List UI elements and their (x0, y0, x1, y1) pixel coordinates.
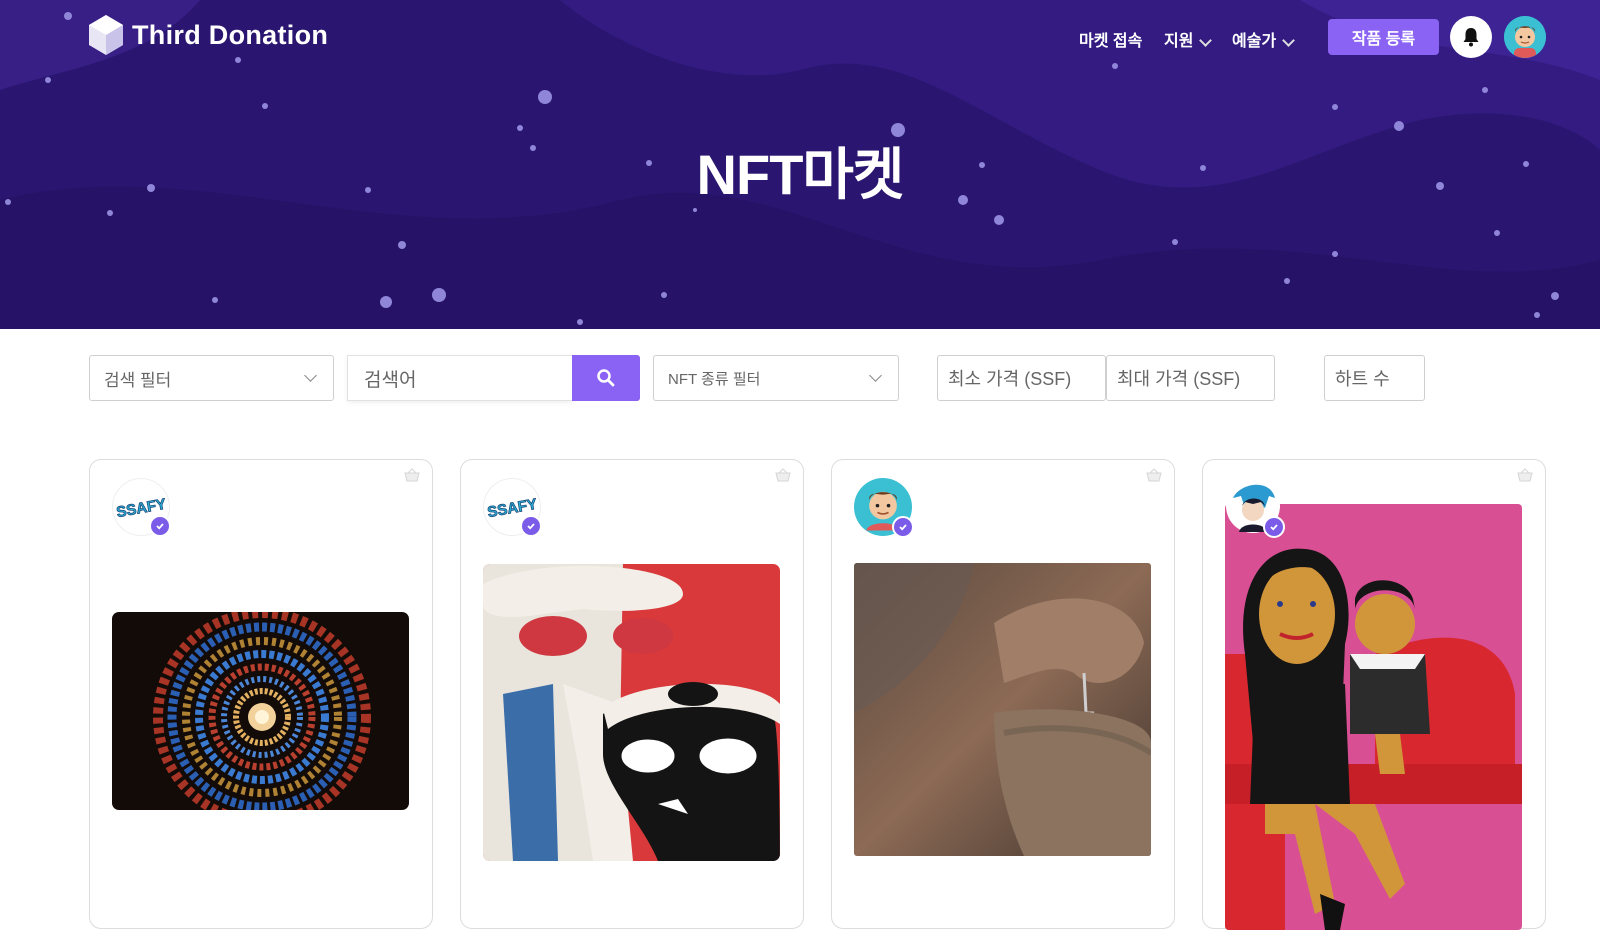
nav-artists[interactable]: 예술가 (1232, 27, 1296, 51)
notification-button[interactable] (1450, 16, 1492, 58)
verified-badge-icon (892, 516, 914, 538)
chevron-down-icon (869, 369, 882, 382)
verified-badge-icon (149, 515, 171, 537)
search-button[interactable] (572, 355, 640, 401)
owner-avatar[interactable]: SSAFY (483, 478, 542, 537)
search-placeholder: 검색어 (364, 369, 417, 391)
max-price-placeholder: 최대 가격 (SSF) (1117, 369, 1241, 389)
verified-badge-icon (520, 515, 542, 537)
nft-image[interactable] (1225, 504, 1522, 930)
nft-card[interactable]: SSAFY (460, 459, 804, 929)
min-price-placeholder: 최소 가격 (SSF) (948, 369, 1072, 389)
basket-icon[interactable] (775, 468, 791, 482)
nav-support-label: 지원 (1164, 33, 1194, 50)
chevron-down-icon (1282, 33, 1296, 47)
nft-card[interactable] (1202, 459, 1546, 930)
max-price-input[interactable]: 최대 가격 (SSF) (1106, 355, 1275, 401)
stained-glass-spiral-image (112, 612, 409, 810)
basket-icon[interactable] (404, 468, 420, 482)
search-filter-dropdown[interactable]: 검색 필터 (89, 355, 334, 401)
brand-name: Third Donation (132, 19, 329, 50)
nav-artists-label: 예술가 (1232, 33, 1277, 50)
search-input[interactable]: 검색어 (347, 355, 573, 401)
bell-icon (1463, 28, 1479, 47)
verified-badge-icon (1263, 516, 1285, 538)
search-icon (597, 369, 615, 387)
owner-avatar[interactable] (854, 478, 914, 538)
basket-icon[interactable] (1517, 468, 1533, 482)
brand-logo[interactable]: Third Donation (88, 14, 328, 56)
owner-avatar[interactable] (1225, 478, 1285, 538)
search-filter-label: 검색 필터 (104, 370, 172, 390)
hexagon-logo-icon (89, 15, 123, 55)
owner-avatar[interactable]: SSAFY (112, 478, 171, 537)
nav-market-label: 마켓 접속 (1079, 33, 1143, 50)
mother-daughter-painting-image (1225, 504, 1522, 930)
chevron-down-icon (1199, 33, 1213, 47)
nft-image[interactable] (854, 563, 1151, 856)
nav-support[interactable]: 지원 (1164, 27, 1213, 51)
nav-market[interactable]: 마켓 접속 (1079, 27, 1142, 51)
nft-card[interactable]: SSAFY (89, 459, 433, 929)
page-title: NFT마켓 (696, 143, 905, 206)
user-avatar[interactable] (1504, 16, 1546, 58)
nft-image[interactable] (112, 612, 409, 810)
user-avatar-image (1504, 16, 1546, 58)
nft-card[interactable] (831, 459, 1175, 929)
min-price-input[interactable]: 최소 가격 (SSF) (937, 355, 1106, 401)
nft-type-filter-dropdown[interactable]: NFT 종류 필터 (653, 355, 899, 401)
hand-crafting-image (854, 563, 1151, 856)
hearts-input[interactable]: 하트 수 (1324, 355, 1425, 401)
basket-icon[interactable] (1146, 468, 1162, 482)
hero-banner: Third Donation 마켓 접속 지원 예술가 작품 등록 NFT마켓 (0, 0, 1600, 329)
nft-type-filter-label: NFT 종류 필터 (668, 370, 761, 388)
cats-with-sunglasses-image (483, 564, 780, 861)
nft-image[interactable] (483, 564, 780, 861)
register-artwork-button[interactable]: 작품 등록 (1328, 19, 1439, 55)
chevron-down-icon (304, 369, 317, 382)
hearts-placeholder: 하트 수 (1335, 369, 1390, 389)
